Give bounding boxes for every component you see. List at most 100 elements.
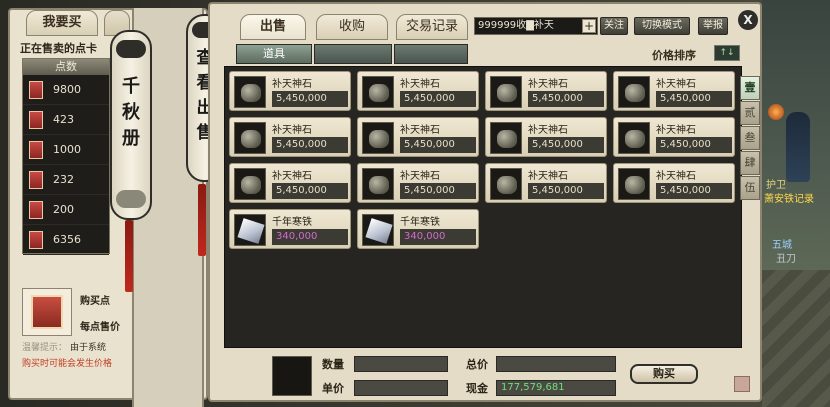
stone-icon [362,76,394,108]
stone-icon [618,122,650,154]
unit-price-field [354,380,448,396]
scroll-knob [116,40,146,58]
stone-icon [490,76,522,108]
scroll-qianqiu-text: 千秋册 [122,76,140,149]
npc-label-3: 五城 [772,240,792,251]
item-name: 补天神石 [400,125,440,136]
switch-mode-button[interactable]: 切换模式 [634,17,690,35]
item-name: 补天神石 [528,79,568,90]
item-slot[interactable]: 千年寒铁 340,000 [357,209,479,249]
item-name: 补天神石 [400,79,440,90]
point-card-icon [29,81,43,99]
points-row[interactable]: 6356 [23,225,109,255]
subtab-2[interactable] [314,44,392,64]
scroll-qianqiu[interactable]: 千秋册 [110,30,152,220]
stone-icon [234,76,266,108]
trade-dialog: 出售 收购 交易记录 999999收▇补天 + 关注 切换模式 举报 X 道具 … [208,2,762,402]
points-header: 点数 [23,59,109,75]
item-name: 补天神石 [272,125,312,136]
follow-button[interactable]: 关注 [600,17,628,35]
item-slot[interactable]: 补天神石 5,450,000 [229,71,351,111]
points-row[interactable]: 232 [23,165,109,195]
price-sort-label: 价格排序 [652,49,696,62]
stone-icon [362,122,394,154]
tab-i-want-to-buy[interactable]: 我要买 [26,10,98,36]
page-tab-3[interactable]: 叁 [740,126,760,150]
item-slot[interactable]: 补天神石 5,450,000 [357,71,479,111]
close-button[interactable]: X [738,10,758,30]
item-name: 补天神石 [656,125,696,136]
item-price: 5,450,000 [272,91,348,107]
npc-figure[interactable] [786,112,810,182]
tip-warm-label: 温馨提示： [22,343,68,353]
stone-icon [362,168,394,200]
page-tab-4[interactable]: 肆 [740,151,760,175]
points-table: 点数 9800 423 1000 232 200 6356 [22,58,110,255]
unit-price-label: 单价 [322,382,344,395]
point-card-icon [29,141,43,159]
subtab-items[interactable]: 道具 [236,44,312,64]
page-tab-1[interactable]: 壹 [740,76,760,100]
add-button[interactable]: + [582,19,596,33]
points-value: 9800 [53,83,81,96]
card-art [31,295,63,329]
item-slot[interactable]: 千年寒铁 340,000 [229,209,351,249]
item-slot[interactable]: 补天神石 5,450,000 [613,163,735,203]
buy-point-card-icon [22,288,72,336]
item-name: 补天神石 [528,125,568,136]
quantity-field[interactable] [354,356,448,372]
item-price: 5,450,000 [272,137,348,153]
point-card-icon [29,171,43,189]
item-name: 补天神石 [400,171,440,182]
item-slot[interactable]: 补天神石 5,450,000 [613,117,735,157]
buy-button[interactable]: 购买 [630,364,698,384]
item-slot[interactable]: 补天神石 5,450,000 [229,163,351,203]
points-row[interactable]: 9800 [23,75,109,105]
item-slot[interactable]: 补天神石 5,450,000 [357,163,479,203]
sort-arrows-icon[interactable]: ↑↓ [714,45,740,61]
item-name: 补天神石 [528,171,568,182]
search-input[interactable]: 999999收▇补天 [474,17,598,35]
points-value: 423 [53,113,74,126]
point-card-icon [29,231,43,249]
floor-tiles [762,270,830,407]
npc-label-2: 萧安铁记录 [764,194,814,205]
points-row[interactable]: 200 [23,195,109,225]
buy-points-label: 购买点 [80,296,110,307]
item-price: 5,450,000 [272,183,348,199]
report-button[interactable]: 举报 [698,17,728,35]
page-tab-5[interactable]: 伍 [740,176,760,200]
item-price: 5,450,000 [400,91,476,107]
npc-label-1: 护卫 [766,180,786,191]
tab-trade-records[interactable]: 交易记录 [396,14,468,40]
item-slot[interactable]: 补天神石 5,450,000 [485,163,607,203]
seal-icon [734,376,750,392]
stone-icon [490,122,522,154]
stone-icon [234,168,266,200]
cash-label: 现金 [466,382,488,395]
points-row[interactable]: 1000 [23,135,109,165]
selected-item-icon [272,356,312,396]
points-row[interactable]: 423 [23,105,109,135]
point-card-icon [29,201,43,219]
selling-title: 正在售卖的点卡 [20,42,97,55]
per-point-price-label: 每点售价 [80,322,120,333]
item-slot[interactable]: 补天神石 5,450,000 [485,71,607,111]
total-price-label: 总价 [466,358,488,371]
stone-icon [234,122,266,154]
item-slot[interactable]: 补天神石 5,450,000 [229,117,351,157]
item-price: 340,000 [272,229,348,245]
item-slot[interactable]: 补天神石 5,450,000 [357,117,479,157]
item-name: 千年寒铁 [400,217,440,228]
item-slot[interactable]: 补天神石 5,450,000 [485,117,607,157]
point-card-icon [29,111,43,129]
tab-sell[interactable]: 出售 [240,14,306,40]
item-price: 5,450,000 [528,91,604,107]
tab-acquire[interactable]: 收购 [316,14,388,40]
subtab-3[interactable] [394,44,468,64]
item-slot[interactable]: 补天神石 5,450,000 [613,71,735,111]
page-tab-2[interactable]: 贰 [740,101,760,125]
stone-icon [618,168,650,200]
points-value: 232 [53,173,74,186]
tassel-icon [198,184,206,256]
